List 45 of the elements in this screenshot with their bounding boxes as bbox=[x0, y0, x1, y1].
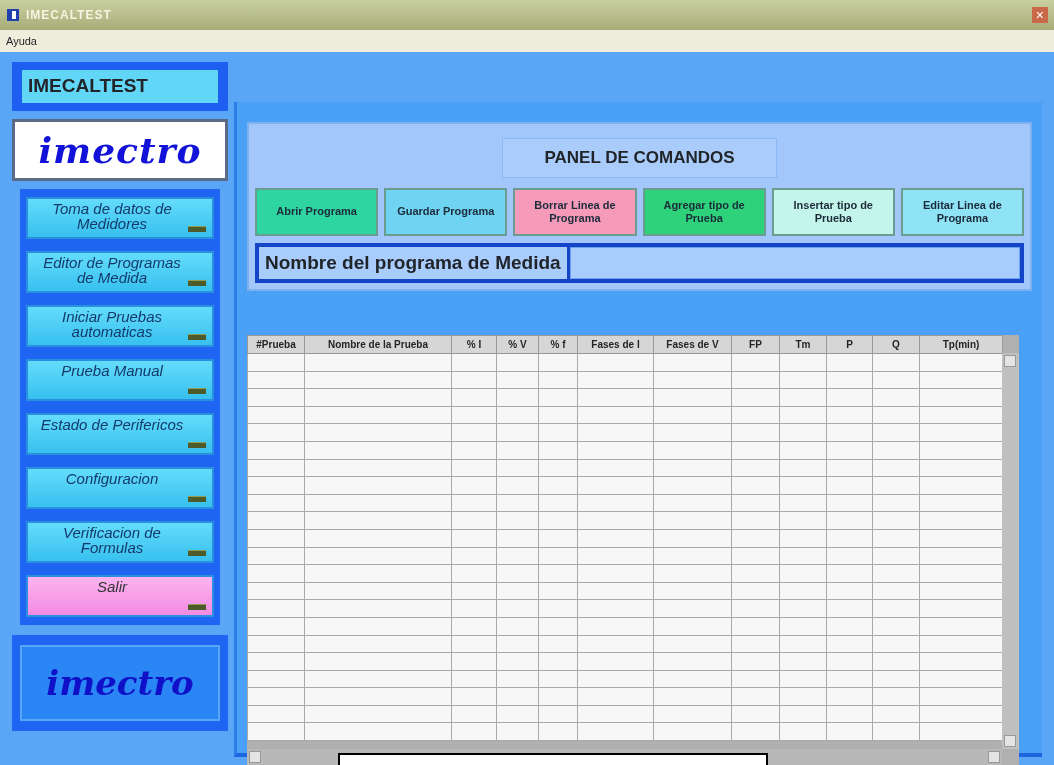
column-header[interactable]: P bbox=[826, 335, 873, 354]
indicator-icon bbox=[188, 387, 206, 394]
indicator-icon bbox=[188, 603, 206, 610]
column-header[interactable]: % f bbox=[538, 335, 578, 354]
nav-button[interactable]: Prueba Manual bbox=[26, 358, 214, 401]
program-name-field[interactable] bbox=[569, 246, 1020, 279]
indicator-icon bbox=[188, 495, 206, 502]
nav-button[interactable]: Toma de datos de Medidores bbox=[26, 196, 214, 239]
indicator-icon bbox=[188, 549, 206, 556]
app-title: IMECALTEST bbox=[22, 70, 218, 103]
nav-button[interactable]: Estado de Perifericos bbox=[26, 412, 214, 455]
window-title: IMECALTEST bbox=[26, 7, 112, 24]
column-header[interactable]: Fases de I bbox=[577, 335, 654, 354]
indicator-icon bbox=[188, 441, 206, 448]
command-button[interactable]: Insertar tipo de Prueba bbox=[771, 187, 895, 236]
command-button[interactable]: Abrir Programa bbox=[255, 187, 379, 236]
column-header[interactable]: FP bbox=[731, 335, 780, 354]
nav-button[interactable]: Verificacion de Formulas bbox=[26, 520, 214, 563]
nav-button[interactable]: Configuracion bbox=[26, 466, 214, 509]
nav-button[interactable]: Editor de Programas de Medida bbox=[26, 250, 214, 293]
column-header[interactable]: % V bbox=[496, 335, 539, 354]
indicator-icon bbox=[188, 225, 206, 232]
command-button[interactable]: Borrar Linea de Programa bbox=[513, 187, 637, 236]
column-header[interactable]: Nombre de la Prueba bbox=[304, 335, 452, 354]
menu-item[interactable]: Ayuda bbox=[6, 35, 37, 47]
command-button[interactable]: Editar Linea de Programa bbox=[900, 187, 1025, 236]
indicator-icon bbox=[188, 279, 206, 286]
company-logo: imectro bbox=[20, 644, 220, 721]
column-header[interactable]: % I bbox=[451, 335, 497, 354]
column-header[interactable]: Q bbox=[872, 335, 920, 354]
close-button[interactable]: × bbox=[1031, 7, 1048, 23]
column-header[interactable]: Tm bbox=[779, 335, 827, 354]
program-name-label: Nombre del programa de Medida bbox=[259, 246, 567, 279]
column-header[interactable]: #Prueba bbox=[247, 335, 305, 354]
command-button[interactable]: Agregar tipo de Prueba bbox=[642, 187, 766, 236]
indicator-icon bbox=[188, 333, 206, 340]
column-header[interactable]: Fases de V bbox=[653, 335, 732, 354]
app-icon bbox=[6, 8, 20, 22]
company-logo: imectro bbox=[12, 118, 228, 181]
vertical-scrollbar[interactable] bbox=[1002, 353, 1019, 749]
panel-title: PANEL DE COMANDOS bbox=[502, 138, 777, 178]
nav-button[interactable]: Iniciar Pruebas automaticas bbox=[26, 304, 214, 347]
exit-button[interactable]: Salir bbox=[26, 574, 214, 617]
column-header[interactable]: Tp(min) bbox=[919, 335, 1003, 354]
command-button[interactable]: Guardar Programa bbox=[384, 187, 508, 236]
